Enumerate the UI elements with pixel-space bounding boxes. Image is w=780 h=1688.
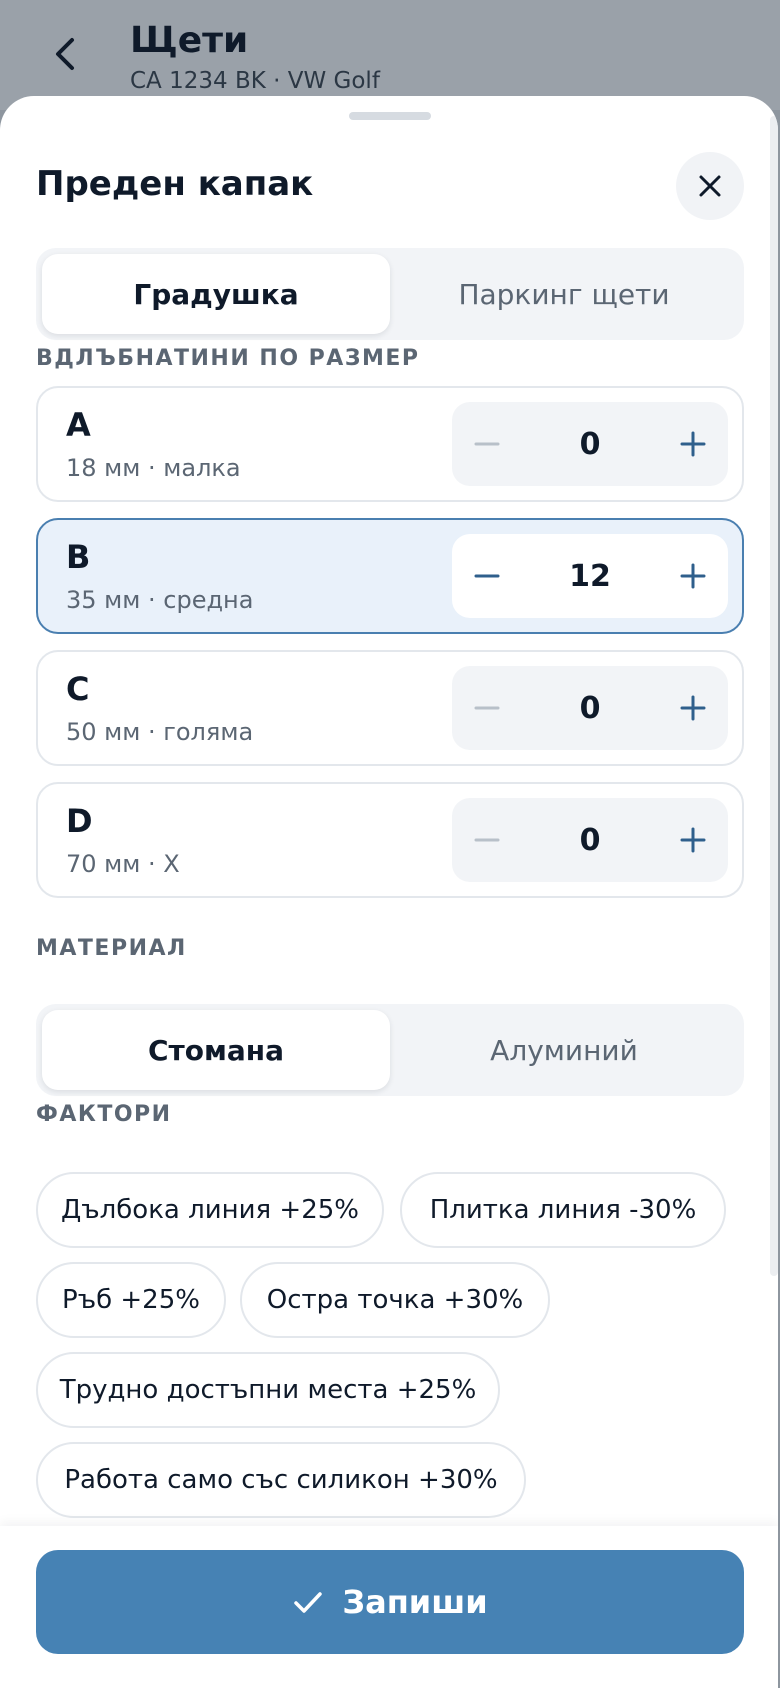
scrollbar[interactable]	[770, 116, 778, 1276]
increment-button[interactable]	[658, 534, 728, 618]
damage-bottom-sheet: Преден капак Градушка Паркинг щети ВДЛЪБ…	[0, 96, 778, 1688]
plus-icon	[680, 827, 706, 853]
minus-icon	[474, 574, 500, 578]
tab-parking-damage[interactable]: Паркинг щети	[390, 254, 738, 334]
save-button[interactable]: Запиши	[36, 1550, 744, 1654]
dent-count-value: 0	[579, 426, 601, 462]
close-icon	[699, 175, 721, 197]
checkmark-icon	[294, 1592, 323, 1613]
material-aluminum[interactable]: Алуминий	[390, 1010, 738, 1090]
back-arrow-icon[interactable]	[46, 34, 86, 74]
dents-section-label: ВДЛЪБНАТИНИ ПО РАЗМЕР	[36, 346, 420, 371]
dent-count-value: 12	[569, 558, 611, 594]
dent-size-desc: 18 мм · малка	[66, 454, 241, 482]
save-label: Запиши	[342, 1583, 488, 1621]
factor-chip-deep-line[interactable]: Дълбока линия +25%	[36, 1172, 384, 1248]
dent-size-letter: C	[66, 670, 90, 708]
sheet-title: Преден капак	[36, 164, 314, 204]
damage-type-tabs: Градушка Паркинг щети	[36, 248, 744, 340]
factor-chip-silicone-only[interactable]: Работа само със силикон +30%	[36, 1442, 526, 1518]
screen-title: Щети	[130, 20, 249, 61]
dent-size-desc: 50 мм · голяма	[66, 718, 254, 746]
factor-chip-edge[interactable]: Ръб +25%	[36, 1262, 226, 1338]
dent-count-stepper: 0	[452, 402, 728, 486]
sheet-footer: Запиши	[0, 1526, 778, 1688]
decrement-button[interactable]	[452, 402, 522, 486]
material-steel[interactable]: Стомана	[42, 1010, 390, 1090]
dent-count-value: 0	[579, 822, 601, 858]
tab-hail[interactable]: Градушка	[42, 254, 390, 334]
plus-icon	[680, 695, 706, 721]
dent-size-letter: A	[66, 406, 91, 444]
factor-chip-shallow-line[interactable]: Плитка линия -30%	[400, 1172, 726, 1248]
dent-size-desc: 35 мм · средна	[66, 586, 254, 614]
material-section-label: МАТЕРИАЛ	[36, 936, 187, 961]
background-header: Щети CA 1234 BK · VW Golf	[0, 0, 780, 110]
dent-row-b[interactable]: B 35 мм · средна 12	[36, 518, 744, 634]
factor-chip-sharp-point[interactable]: Остра точка +30%	[240, 1262, 550, 1338]
dent-size-letter: B	[66, 538, 91, 576]
dent-row-a[interactable]: A 18 мм · малка 0	[36, 386, 744, 502]
close-button[interactable]	[676, 152, 744, 220]
dent-row-c[interactable]: C 50 мм · голяма 0	[36, 650, 744, 766]
dent-size-letter: D	[66, 802, 93, 840]
increment-button[interactable]	[658, 798, 728, 882]
minus-icon	[474, 706, 500, 710]
minus-icon	[474, 442, 500, 446]
dent-count-stepper: 0	[452, 666, 728, 750]
decrement-button[interactable]	[452, 534, 522, 618]
dent-count-stepper: 0	[452, 798, 728, 882]
increment-button[interactable]	[658, 666, 728, 750]
minus-icon	[474, 838, 500, 842]
plus-icon	[680, 431, 706, 457]
factor-chip-hard-to-reach[interactable]: Трудно достъпни места +25%	[36, 1352, 500, 1428]
sheet-drag-handle[interactable]	[349, 112, 431, 120]
dent-count-stepper: 12	[452, 534, 728, 618]
dent-row-d[interactable]: D 70 мм · X 0	[36, 782, 744, 898]
plus-icon	[680, 563, 706, 589]
decrement-button[interactable]	[452, 666, 522, 750]
factors-section-label: ФАКТОРИ	[36, 1102, 172, 1127]
material-tabs: Стомана Алуминий	[36, 1004, 744, 1096]
dent-count-value: 0	[579, 690, 601, 726]
decrement-button[interactable]	[452, 798, 522, 882]
vehicle-subtitle: CA 1234 BK · VW Golf	[130, 68, 380, 94]
increment-button[interactable]	[658, 402, 728, 486]
dent-size-desc: 70 мм · X	[66, 850, 180, 878]
